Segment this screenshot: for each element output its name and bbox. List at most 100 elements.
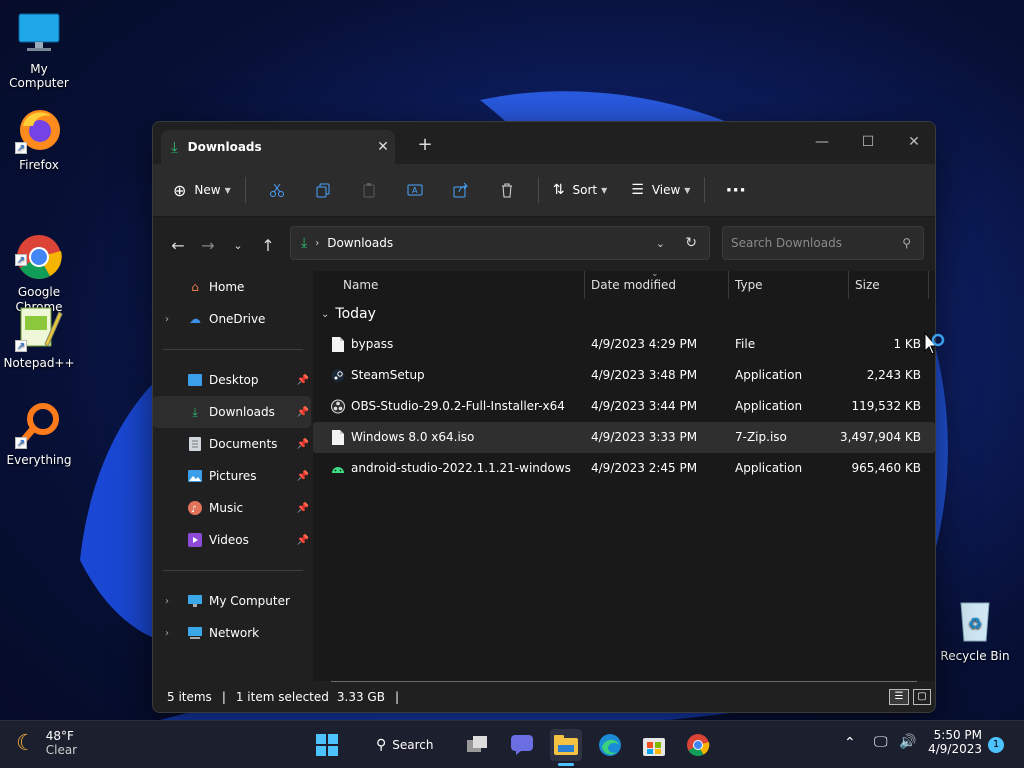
sidebar-item-pictures[interactable]: Pictures 📌 [153,460,311,492]
sidebar-item-documents[interactable]: Documents 📌 [153,428,311,460]
edge-icon[interactable] [594,729,626,761]
sidebar-item-network[interactable]: › Network [153,617,311,649]
file-name: SteamSetup [351,368,425,382]
file-name: OBS-Studio-29.0.2-Full-Installer-x64 [351,399,565,413]
toolbar-divider [704,177,706,203]
new-button[interactable]: ⊕ New ▼ [167,174,237,206]
sidebar-item-onedrive[interactable]: › ☁ OneDrive [153,303,311,335]
tab-close-icon[interactable]: ✕ [371,139,395,155]
tab-downloads[interactable]: ⤓ Downloads ✕ [161,130,395,164]
clock[interactable]: 5:50 PM 4/9/2023 [926,728,982,756]
desktop-icon-everything[interactable]: ↗ Everything [0,401,78,467]
breadcrumb-separator-icon: › [315,237,320,249]
chevron-down-icon: ▼ [601,185,608,195]
table-row[interactable]: bypass 4/9/2023 4:29 PM File 1 KB [313,329,935,360]
sidebar-item-home[interactable]: ⌂ Home [153,271,311,303]
chevron-right-icon[interactable]: › [165,596,169,607]
sidebar-item-desktop[interactable]: Desktop 📌 [153,364,311,396]
copy-icon[interactable] [305,174,341,206]
more-options-button[interactable]: ··· [713,174,758,206]
table-row-selected[interactable]: Windows 8.0 x64.iso 4/9/2023 3:33 PM 7-Z… [313,422,935,453]
sidebar-item-label: Music [209,501,244,515]
desktop-folder-icon [187,372,203,388]
column-divider[interactable] [928,271,929,299]
pin-icon: 📌 [296,502,309,514]
minimize-button[interactable]: — [799,128,845,156]
sidebar-item-music[interactable]: ♪ Music 📌 [153,492,311,524]
status-divider: | [221,690,226,704]
start-button[interactable] [311,729,343,761]
column-header-size[interactable]: Size [855,278,880,292]
desktop-icon-recycle-bin[interactable]: ♻ Recycle Bin [936,597,1014,663]
maximize-button[interactable]: ☐ [845,128,891,156]
taskbar-search-button[interactable]: ⚲ Search [364,729,444,761]
search-icon: ⚲ [902,236,911,250]
refresh-icon[interactable]: ↻ [685,235,697,251]
sidebar-item-videos[interactable]: Videos 📌 [153,524,311,556]
notification-badge[interactable]: 1 [988,737,1004,753]
hidden-icons-chevron-icon[interactable]: ⌃ [844,735,856,751]
address-dropdown-icon[interactable]: ⌄ [656,237,665,250]
search-icon: ⚲ [376,737,387,753]
chevron-right-icon[interactable]: › [165,628,169,639]
new-tab-button[interactable]: + [415,134,435,155]
chrome-icon[interactable] [682,729,714,761]
sidebar-divider [163,570,303,571]
rename-icon[interactable]: A [397,174,433,206]
file-explorer-taskbar-icon[interactable] [550,729,582,766]
back-button[interactable]: ← [163,230,193,260]
desktop-icon-my-computer[interactable]: My Computer [0,10,78,90]
column-header-date[interactable]: Date modified [591,278,676,292]
task-view-icon[interactable] [462,729,494,761]
file-type: 7-Zip.iso [735,430,787,444]
column-divider[interactable] [584,271,585,299]
file-size: 965,460 KB [851,461,921,475]
close-window-button[interactable]: ✕ [891,128,935,156]
chevron-right-icon[interactable]: › [165,314,169,325]
up-button[interactable]: ↑ [253,230,283,260]
chat-icon[interactable] [506,729,538,761]
recent-locations-button[interactable]: ⌄ [223,230,253,260]
address-bar[interactable]: ⤓ › Downloads ⌄ ↻ [290,226,710,260]
paste-icon[interactable] [351,174,387,206]
forward-button[interactable]: → [193,230,223,260]
tiles-view-button[interactable]: ▢ [913,689,931,705]
pin-icon: 📌 [296,470,309,482]
column-divider[interactable] [728,271,729,299]
video-icon [187,532,203,548]
store-icon[interactable] [638,729,670,761]
column-divider[interactable] [848,271,849,299]
sidebar-item-my-computer[interactable]: › My Computer [153,585,311,617]
view-button[interactable]: ☰ View ▼ [625,174,696,206]
details-view-button[interactable]: ☰ [889,689,909,705]
share-icon[interactable] [443,174,479,206]
active-app-indicator [558,763,574,766]
sort-indicator-icon: ⌄ [651,269,659,279]
weather-widget[interactable]: ☾ 48°F Clear [16,729,77,757]
breadcrumb-downloads[interactable]: Downloads [327,236,393,250]
magnifier-icon: ↗ [15,401,63,449]
network-status-icon[interactable]: 🖵 [874,734,888,750]
sort-button[interactable]: ⇅ Sort ▼ [547,174,614,206]
table-row[interactable]: OBS-Studio-29.0.2-Full-Installer-x64 4/9… [313,391,935,422]
moon-icon: ☾ [16,730,36,756]
table-row[interactable]: SteamSetup 4/9/2023 3:48 PM Application … [313,360,935,391]
toolbar-divider [537,177,539,203]
group-header-today[interactable]: ⌄ Today [313,299,935,329]
network-icon [187,625,203,641]
volume-icon[interactable]: 🔊 [899,734,916,750]
column-header-name[interactable]: Name [343,278,378,292]
delete-icon[interactable] [489,174,525,206]
file-size: 119,532 KB [851,399,921,413]
cut-icon[interactable] [259,174,295,206]
table-row[interactable]: android-studio-2022.1.1.21-windows 4/9/2… [313,453,935,484]
navigation-pane: ⌂ Home › ☁ OneDrive Desktop 📌 ⤓ Download… [153,271,311,681]
desktop-icon-notepadpp[interactable]: ↗ Notepad++ [0,304,78,370]
desktop-icon-label: Everything [6,453,72,467]
search-box[interactable]: Search Downloads ⚲ [722,226,924,260]
desktop-icon-firefox[interactable]: ↗ Firefox [0,106,78,172]
sidebar-item-downloads[interactable]: ⤓ Downloads 📌 [153,396,311,428]
document-icon [187,436,203,452]
search-input[interactable]: Search Downloads [731,236,842,250]
column-header-type[interactable]: Type [735,278,763,292]
